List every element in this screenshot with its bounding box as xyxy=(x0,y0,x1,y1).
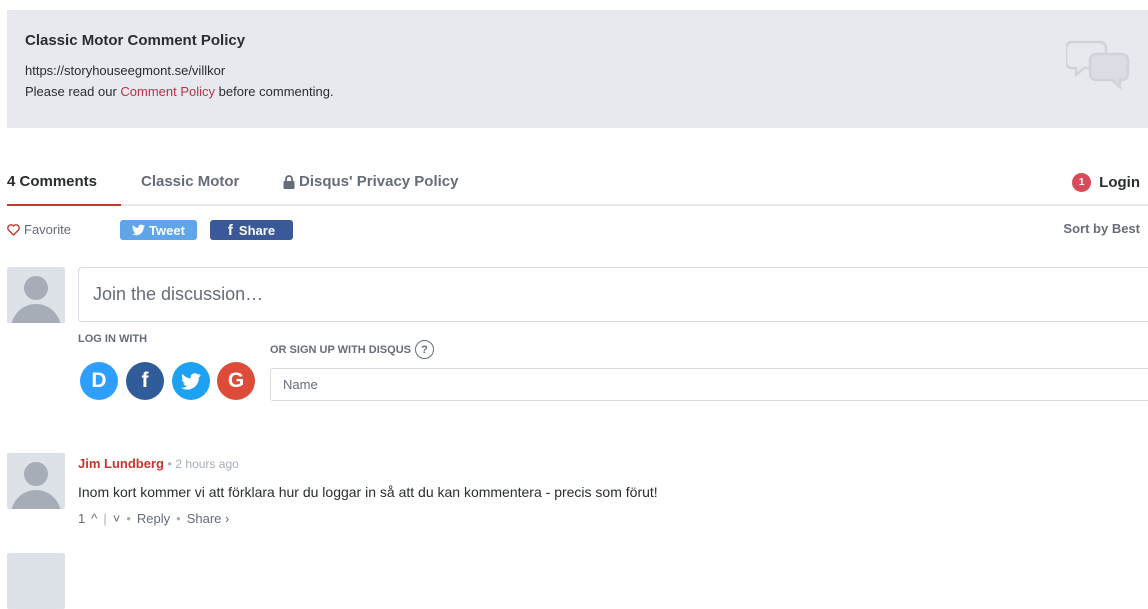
reply-link[interactable]: Reply xyxy=(137,511,170,526)
policy-text: Please read our Comment Policy before co… xyxy=(25,84,1148,99)
disqus-login-button[interactable]: D xyxy=(80,362,118,400)
twitter-login-button[interactable] xyxy=(172,362,210,400)
log-in-with-label: LOG IN WITH xyxy=(78,333,148,345)
comment-author-avatar[interactable] xyxy=(7,453,65,509)
tweet-label: Tweet xyxy=(149,222,185,238)
google-login-button[interactable]: G xyxy=(217,362,255,400)
avatar-shoulders xyxy=(11,490,61,509)
favorite-label: Favorite xyxy=(24,222,71,237)
policy-title: Classic Motor Comment Policy xyxy=(25,32,246,49)
comment-author[interactable]: Jim Lundberg xyxy=(78,456,164,471)
vote-divider: | xyxy=(103,511,107,526)
name-field[interactable]: Name xyxy=(270,368,1148,401)
comment-footer: 1 ^ | ˅ • Reply • Share › xyxy=(78,511,235,526)
privacy-policy-label: Disqus' Privacy Policy xyxy=(299,173,459,190)
next-comment-avatar xyxy=(7,553,65,609)
discussion-tabs: 4 Comments Classic Motor Disqus' Privacy… xyxy=(7,170,1148,206)
upvote-icon[interactable]: ^ xyxy=(91,511,97,526)
footer-dot: • xyxy=(176,511,181,526)
user-avatar xyxy=(7,267,65,323)
comment-body: Inom kort kommer vi att förklara hur du … xyxy=(78,484,658,500)
twitter-bird-icon xyxy=(132,224,146,236)
meta-separator: • xyxy=(167,457,172,471)
tab-community[interactable]: Classic Motor xyxy=(141,173,239,190)
login-button[interactable]: 1 Login xyxy=(1072,173,1140,192)
signup-text: OR SIGN UP WITH DISQUS xyxy=(270,343,411,356)
help-icon[interactable]: ? xyxy=(414,340,434,359)
comment-policy-banner: Classic Motor Comment Policy https://sto… xyxy=(7,10,1148,128)
tweet-button[interactable]: Tweet xyxy=(120,220,197,240)
twitter-bird-icon xyxy=(181,372,201,390)
vote-count: 1 xyxy=(78,511,86,526)
policy-text-before: Please read our xyxy=(25,84,121,99)
policy-text-after: before commenting. xyxy=(215,84,334,99)
comment-timestamp[interactable]: 2 hours ago xyxy=(175,457,238,471)
avatar-head xyxy=(24,462,48,486)
tabs-divider xyxy=(7,204,1148,206)
login-label: Login xyxy=(1099,174,1140,191)
facebook-login-button[interactable]: f xyxy=(126,362,164,400)
heart-icon xyxy=(7,223,20,236)
discussion-actions: Favorite Tweet f Share Sort by Best xyxy=(7,219,1148,243)
facebook-share-button[interactable]: f Share xyxy=(210,220,293,240)
facebook-icon: f xyxy=(227,221,233,239)
comment-meta: Jim Lundberg • 2 hours ago xyxy=(78,456,239,471)
share-label: Share xyxy=(238,222,276,238)
footer-dot: • xyxy=(126,511,131,526)
share-link[interactable]: Share › xyxy=(187,511,230,526)
comment-policy-link[interactable]: Comment Policy xyxy=(120,84,215,99)
tab-comments-count[interactable]: 4 Comments xyxy=(7,173,97,190)
tab-privacy-policy[interactable]: Disqus' Privacy Policy xyxy=(283,173,458,190)
speech-bubbles-icon xyxy=(1066,40,1130,90)
active-tab-indicator xyxy=(7,204,121,206)
lock-icon xyxy=(283,174,295,189)
notification-badge: 1 xyxy=(1072,173,1092,192)
downvote-icon[interactable]: ˅ xyxy=(113,511,121,526)
avatar-shoulders xyxy=(11,304,61,323)
comment-input[interactable]: Join the discussion… xyxy=(78,267,1148,322)
favorite-button[interactable]: Favorite xyxy=(7,222,71,237)
sort-dropdown[interactable]: Sort by Best xyxy=(1063,221,1140,236)
avatar-head xyxy=(24,276,48,300)
signup-label: OR SIGN UP WITH DISQUS ? xyxy=(270,340,434,359)
policy-url: https://storyhouseegmont.se/villkor xyxy=(25,63,226,78)
